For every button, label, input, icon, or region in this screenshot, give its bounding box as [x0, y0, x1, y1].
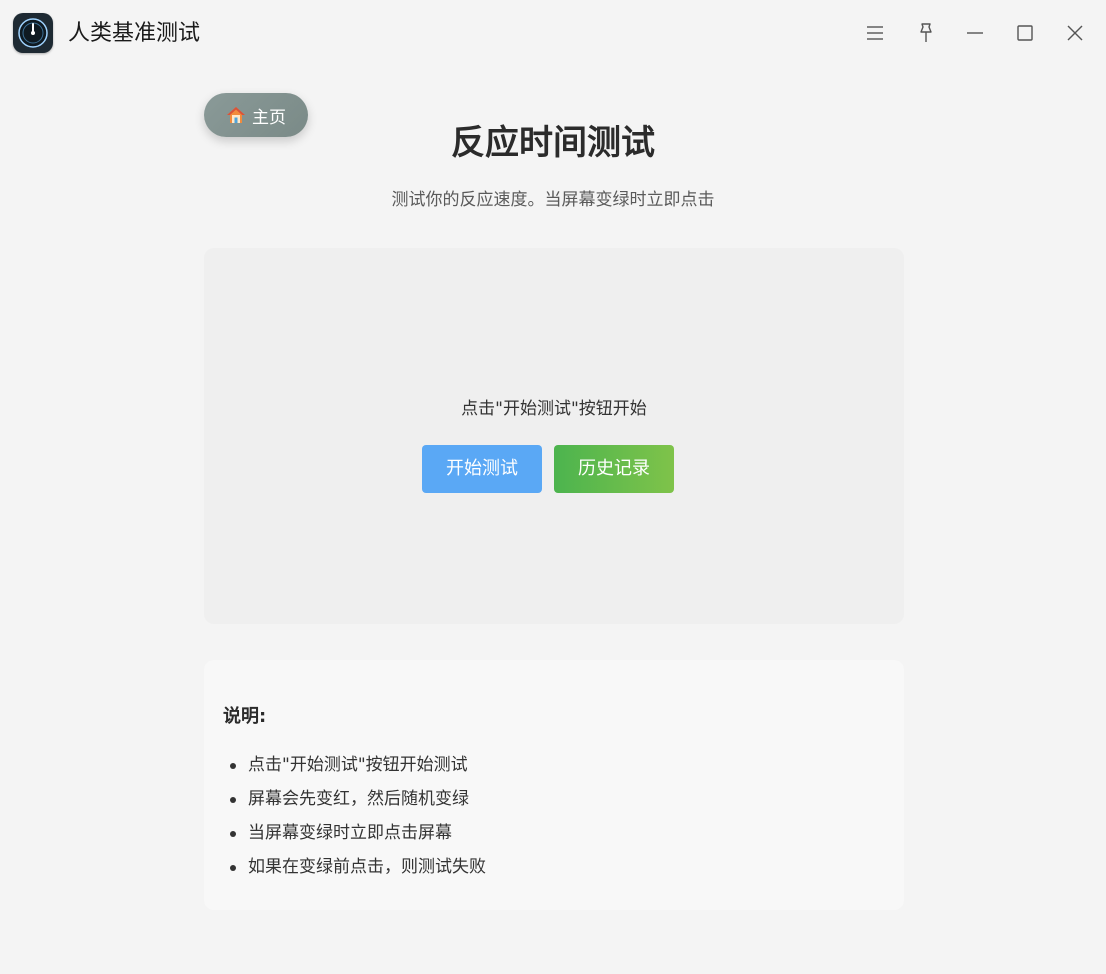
page-subtitle: 测试你的反应速度。当屏幕变绿时立即点击	[391, 190, 715, 210]
list-item: 屏幕会先变红，然后随机变绿	[230, 782, 486, 816]
start-test-button[interactable]: 开始测试	[422, 445, 542, 493]
list-item: 点击"开始测试"按钮开始测试	[230, 748, 486, 782]
list-item: 当屏幕变绿时立即点击屏幕	[230, 816, 486, 850]
instructions-panel: 说明: 点击"开始测试"按钮开始测试 屏幕会先变红，然后随机变绿 当屏幕变绿时立…	[204, 660, 904, 910]
page-title: 反应时间测试	[451, 123, 655, 163]
start-prompt: 点击"开始测试"按钮开始	[461, 399, 647, 419]
maximize-icon[interactable]	[1012, 20, 1038, 46]
history-button[interactable]: 历史记录	[554, 445, 674, 493]
pin-icon[interactable]	[913, 20, 939, 46]
list-item: 如果在变绿前点击，则测试失败	[230, 850, 486, 884]
app-window: 人类基准测试 主页 反应时间测试 测试你的反应速度。当屏幕变绿时立即点击 点击"…	[0, 0, 1106, 974]
instructions-heading: 说明:	[223, 706, 267, 727]
menu-icon[interactable]	[862, 20, 888, 46]
instructions-list: 点击"开始测试"按钮开始测试 屏幕会先变红，然后随机变绿 当屏幕变绿时立即点击屏…	[230, 748, 486, 884]
close-icon[interactable]	[1062, 20, 1088, 46]
minimize-icon[interactable]	[962, 20, 988, 46]
test-area[interactable]: 点击"开始测试"按钮开始 开始测试 历史记录	[204, 248, 904, 624]
title-bar: 人类基准测试	[0, 0, 1106, 66]
app-title: 人类基准测试	[68, 21, 201, 46]
speedometer-icon	[13, 13, 53, 53]
